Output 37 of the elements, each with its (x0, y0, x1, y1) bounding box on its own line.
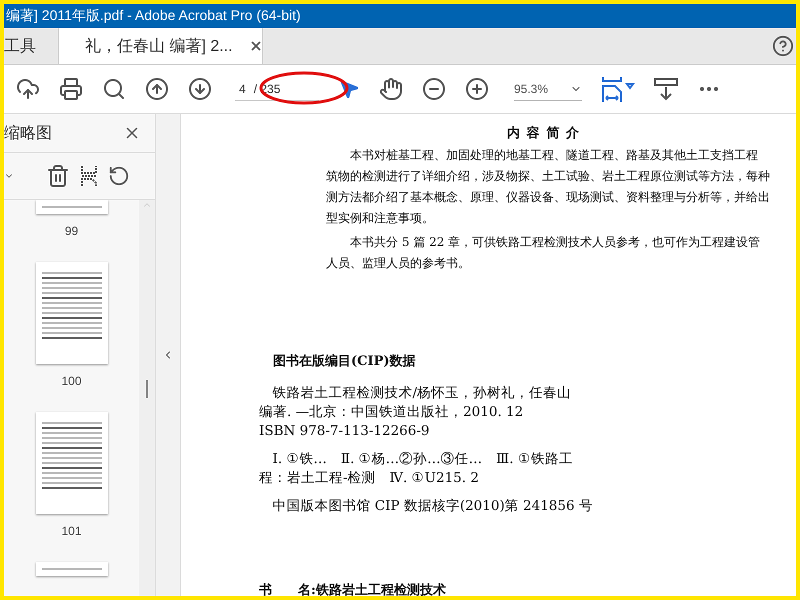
page-thumbnail[interactable] (36, 262, 108, 364)
scrollbar[interactable] (139, 200, 155, 596)
cloud-upload-icon[interactable] (16, 77, 40, 101)
page-number-label: 99 (64, 224, 78, 238)
page-thumbnail[interactable] (36, 562, 108, 576)
section-heading: 图书在版编目(CIP)数据 (273, 352, 417, 370)
paragraph: 中国版本图书馆 CIP 数据核字(2010)第 241856 号 (272, 497, 594, 516)
paragraph: 铁路岩土工程检测技术/杨怀玉，孙树礼，任春山 编著. —北京：中国铁道出版社，2010. 12 ISBN 978-7-113-12266-9 (259, 384, 572, 441)
arrow-up-icon[interactable] (145, 77, 169, 101)
trash-icon[interactable] (46, 164, 70, 188)
field-value: 铁路岩土工程检测技术 (316, 582, 446, 596)
printer-icon[interactable] (59, 77, 83, 101)
arrow-down-icon[interactable] (188, 77, 212, 101)
help-icon[interactable] (772, 35, 794, 57)
zoom-dropdown[interactable]: 95.3% (514, 78, 582, 100)
tab[interactable]: 工具 (4, 28, 59, 64)
search-icon[interactable] (102, 77, 126, 101)
page-number-label: 100 (61, 374, 82, 388)
close-icon[interactable] (248, 39, 263, 53)
paragraph: 本书共分 5 篇 22 章，可供铁路工程检测技术人员参考，也可作为工程建设管 人员、监理人员的参考书。 (326, 234, 762, 272)
page-thumbnail[interactable] (36, 412, 108, 514)
field-label: 书 名: (259, 582, 316, 596)
paragraph: Ⅰ. ①铁… Ⅱ. ①杨…②孙…③任… Ⅲ. ①铁路工 程：岩土工程-检测 Ⅳ. ①U215. 2 (259, 450, 574, 488)
page-thumbnail[interactable] (36, 200, 108, 214)
keyboard-down-icon[interactable] (654, 77, 678, 101)
page-number-label: 101 (61, 524, 82, 538)
zoom-out-icon[interactable] (422, 77, 446, 101)
fit-page-icon[interactable] (601, 76, 635, 102)
rotate-icon[interactable] (108, 165, 130, 187)
paragraph: 本书对桩基工程、加固处理的地基工程、隧道工程、路基及其他土工支挡工程 筑物的检测进行了详细介绍，涉及物探、土工试验、岩土工程原位测试等方法，每种 测方法都介绍了基本概念、原理、仪器设备、现场测试、资料整理与分析等，并给出 型实例和注意事项。 (326, 147, 771, 227)
window-title: 编著] 2011年版.pdf - Adobe Acrobat Pro (64-bit) (4, 4, 796, 28)
extract-page-icon[interactable] (80, 165, 98, 187)
hand-icon[interactable] (379, 77, 403, 101)
zoom-in-icon[interactable] (465, 77, 489, 101)
tab[interactable]: 礼，任春山 编著] 2... (59, 28, 263, 64)
panel-title: 缩略图 (4, 124, 52, 144)
section-heading: 内 容 简 介 (506, 124, 581, 142)
